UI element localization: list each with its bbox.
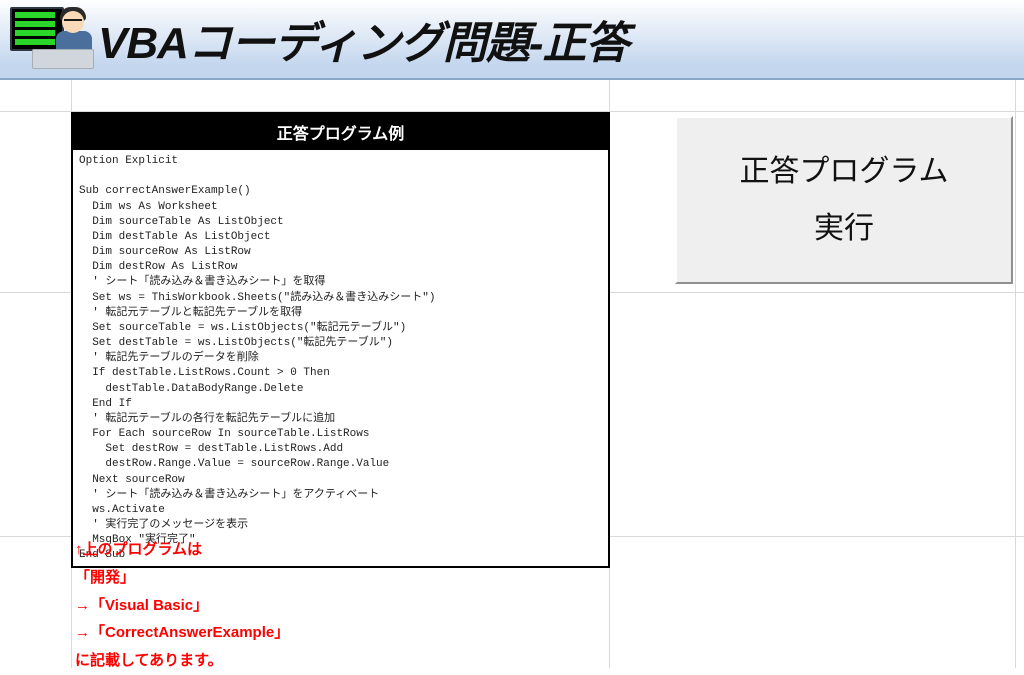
instruction-line: ↑上のプログラムは — [75, 536, 289, 564]
instruction-line: →「Visual Basic」 — [75, 592, 289, 620]
page-header: VBAコーディング問題-正答 — [0, 0, 1024, 80]
instruction-line: →「CorrectAnswerExample」 — [75, 619, 289, 647]
code-box-header: 正答プログラム例 — [73, 114, 608, 150]
answer-code-box: 正答プログラム例 Option Explicit Sub correctAnsw… — [71, 112, 610, 568]
run-button-line2: 実行 — [814, 200, 874, 257]
run-button-line1: 正答プログラム — [739, 143, 948, 200]
run-answer-button[interactable]: 正答プログラム 実行 — [675, 116, 1013, 284]
programmer-icon — [4, 3, 98, 75]
instruction-line: 「開発」 — [75, 564, 289, 592]
instruction-line: に記載してあります。 — [75, 647, 289, 675]
page-title: VBAコーディング問題-正答 — [98, 7, 628, 71]
gridline — [1015, 80, 1016, 668]
instructions-text: ↑上のプログラムは 「開発」 →「Visual Basic」 →「Correct… — [75, 536, 289, 675]
code-box-body: Option Explicit Sub correctAnswerExample… — [73, 150, 608, 566]
